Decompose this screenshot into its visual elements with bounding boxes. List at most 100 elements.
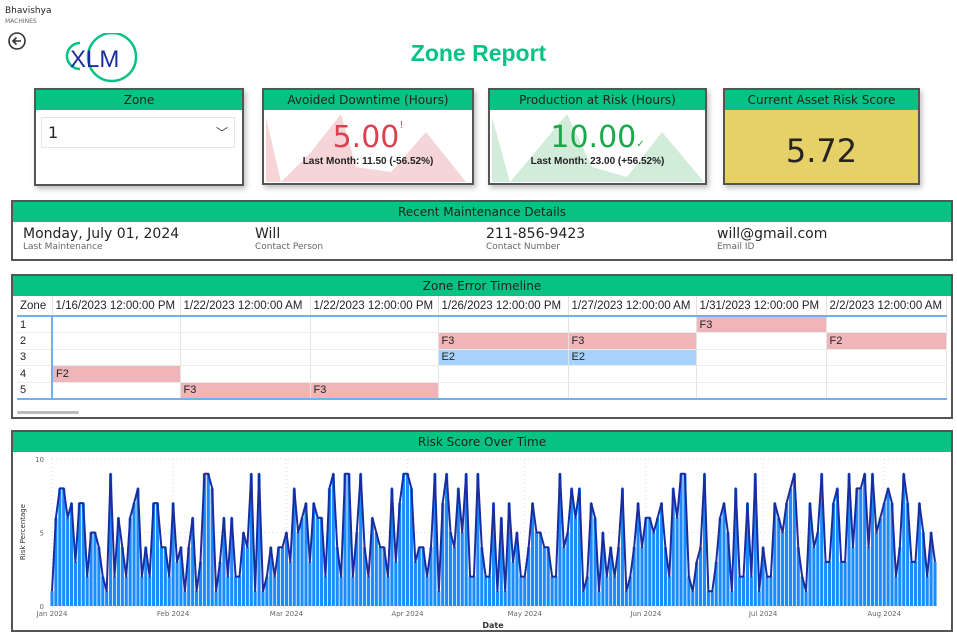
timeline-column-header[interactable]: 1/31/2023 12:00:00 PM xyxy=(696,296,827,317)
area-bar xyxy=(933,561,937,606)
area-bar xyxy=(827,561,832,606)
area-bar xyxy=(738,576,742,606)
kpi-value: 10.00 xyxy=(550,120,637,155)
error-cell xyxy=(180,365,311,383)
zone-column-header[interactable]: Zone xyxy=(17,296,53,317)
zone-dropdown[interactable]: 1 ﹀ xyxy=(41,117,235,148)
timeline-column-header[interactable]: 1/26/2023 12:00:00 PM xyxy=(438,296,569,317)
area-bar xyxy=(261,591,265,606)
y-axis-label: Risk Percentage xyxy=(19,504,27,560)
error-cell xyxy=(438,316,569,333)
area-bar xyxy=(468,576,472,606)
kpi-last-month: Last Month: 23.00 (+56.52%) xyxy=(530,156,665,167)
area-bar xyxy=(175,561,179,606)
x-axis-label: Date xyxy=(482,621,504,630)
zone-cell: 3 xyxy=(17,349,53,366)
kpi-value: 5.00 xyxy=(332,120,400,155)
timeline-column-header[interactable]: 1/22/2023 12:00:00 PM xyxy=(310,296,439,317)
area-bar xyxy=(374,532,378,606)
timeline-row: 2 F3 F3 F2 xyxy=(17,332,947,350)
timeline-column-header[interactable]: 2/2/2023 12:00:00 AM xyxy=(826,296,947,317)
area-bar xyxy=(886,488,890,606)
contact-person-value: Will xyxy=(255,226,281,242)
area-bar xyxy=(93,532,97,606)
error-cell: F3 xyxy=(310,382,439,399)
zone-value: 1 xyxy=(48,123,59,142)
area-bar xyxy=(624,591,628,606)
area-bar xyxy=(62,488,66,606)
area-bar xyxy=(859,488,863,606)
area-bar xyxy=(573,517,578,606)
error-cell xyxy=(826,349,947,366)
error-cell xyxy=(696,365,827,383)
area-bar xyxy=(757,591,761,606)
area-bar xyxy=(788,488,792,606)
risk-score-card: Current Asset Risk Score 5.72 xyxy=(723,88,920,185)
area-bar xyxy=(300,517,304,606)
error-cell xyxy=(568,382,697,399)
area-bar xyxy=(769,576,773,606)
area-bar xyxy=(394,561,398,606)
error-cell xyxy=(52,349,181,366)
area-bar xyxy=(214,591,218,606)
timeline-column-header[interactable]: 1/27/2023 12:00:00 AM xyxy=(568,296,697,317)
area-bar xyxy=(538,532,542,606)
timeline-column-header[interactable]: 1/16/2023 12:00:00 PM xyxy=(52,296,181,317)
area-bar xyxy=(237,576,242,606)
area-bar xyxy=(542,547,546,606)
error-cell: F3 xyxy=(568,332,697,350)
error-cell xyxy=(180,332,311,350)
area-bar xyxy=(495,591,499,606)
timeline-column-header[interactable]: 1/22/2023 12:00:00 AM xyxy=(180,296,311,317)
area-bar xyxy=(378,547,382,606)
kpi-title: Avoided Downtime (Hours) xyxy=(264,90,472,110)
area-bar xyxy=(765,576,769,606)
area-bar xyxy=(910,561,914,606)
risk-score-value: 5.72 xyxy=(785,132,858,170)
error-cell xyxy=(310,316,439,333)
area-bar xyxy=(280,547,285,606)
area-bar xyxy=(460,532,464,606)
error-cell xyxy=(310,365,439,383)
error-cell: E2 xyxy=(438,349,569,366)
area-bar xyxy=(288,561,292,606)
error-cell xyxy=(826,316,947,333)
area-bar xyxy=(105,591,109,606)
area-bar xyxy=(140,576,144,606)
warning-icon: ! xyxy=(399,120,404,131)
error-cell: F3 xyxy=(696,316,827,333)
kpi-production-at-risk: Production at Risk (Hours) 10.00✓ Last M… xyxy=(488,88,707,185)
area-bar xyxy=(867,547,871,606)
area-bar xyxy=(488,576,492,606)
chart-plot: 0510Jan 2024 Feb 2024 Mar 2024 Apr 2024 May … xyxy=(19,456,940,630)
page-title: Zone Report xyxy=(410,40,547,66)
area-bar xyxy=(523,576,527,606)
area-bar xyxy=(691,591,695,606)
email-label: Email ID xyxy=(717,242,755,252)
area-bar xyxy=(613,576,617,606)
error-cell xyxy=(52,332,181,350)
area-bar xyxy=(73,561,77,606)
area-bar xyxy=(656,517,660,606)
area-bar xyxy=(425,576,429,606)
brand-name: Bhavishya xyxy=(5,6,52,16)
error-cell xyxy=(438,382,569,399)
area-bar xyxy=(234,576,238,606)
zone-slicer: Zone 1 ﹀ xyxy=(34,88,244,186)
zone-cell: 5 xyxy=(17,382,53,399)
zone-cell: 4 xyxy=(17,365,53,383)
x-tick-label: Feb 2024 xyxy=(157,610,190,618)
error-cell xyxy=(52,382,181,399)
area-bar xyxy=(386,576,390,606)
area-bar xyxy=(839,561,843,606)
x-tick-label: Aug 2024 xyxy=(867,610,901,618)
area-bar xyxy=(437,591,441,606)
contact-number-label: Contact Number xyxy=(486,242,561,252)
timeline-title: Zone Error Timeline xyxy=(13,276,951,296)
area-bar xyxy=(843,561,847,606)
error-cell: F3 xyxy=(438,332,569,350)
error-cell: E2 xyxy=(568,349,697,366)
horizontal-scrollbar[interactable] xyxy=(17,411,79,414)
area-bar xyxy=(159,547,163,606)
x-tick-label: May 2024 xyxy=(507,610,542,618)
